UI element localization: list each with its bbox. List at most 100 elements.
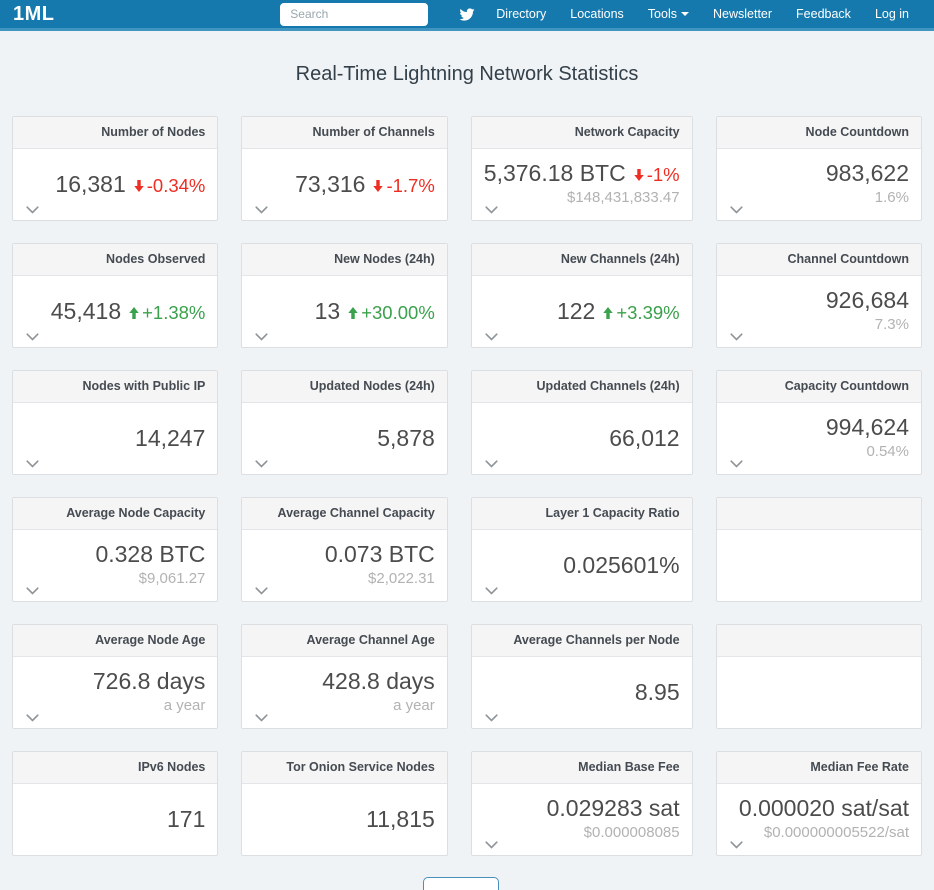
chevron-down-icon[interactable] [26, 333, 40, 342]
stat-card-title: Median Base Fee [578, 760, 679, 774]
chevron-down-icon[interactable] [26, 587, 40, 596]
stat-value-row: 171 [167, 807, 205, 832]
chevron-down-icon[interactable] [26, 460, 40, 469]
stat-card-header: Number of Nodes [13, 117, 217, 149]
page-title: Real-Time Lightning Network Statistics [0, 63, 934, 86]
nav-link-locations[interactable]: Locations [558, 7, 636, 21]
stat-card-body [717, 657, 921, 728]
stat-card-header: Nodes Observed [13, 244, 217, 276]
stat-secondary-value: 7.3% [875, 315, 909, 335]
chevron-down-icon[interactable] [730, 206, 744, 215]
stat-card-title: Average Channels per Node [513, 633, 679, 647]
stat-card-header [717, 625, 921, 657]
nav-link-tools[interactable]: Tools [636, 7, 701, 21]
chevron-down-icon[interactable] [255, 714, 269, 723]
stat-card-body: 0.000020 sat/sat $0.000000005522/sat [717, 784, 921, 855]
stat-card-body: 0.029283 sat $0.000008085 [472, 784, 692, 855]
stat-card: New Channels (24h) 122 +3.39% [471, 243, 693, 348]
stat-value-row: 122 +3.39% [557, 299, 680, 324]
chevron-down-icon[interactable] [255, 333, 269, 342]
chevron-down-icon[interactable] [730, 460, 744, 469]
twitter-icon[interactable] [458, 7, 476, 22]
stat-value: 0.328 BTC [95, 542, 205, 567]
stat-value: 994,624 [826, 415, 909, 440]
chevron-down-icon[interactable] [255, 460, 269, 469]
chevron-down-icon[interactable] [485, 333, 499, 342]
nav-link-newsletter[interactable]: Newsletter [701, 7, 784, 21]
stat-card-header: New Nodes (24h) [242, 244, 446, 276]
stat-change-text: -0.34% [147, 176, 206, 196]
stat-value: 11,815 [366, 807, 435, 832]
stat-card-header: Average Channel Age [242, 625, 446, 657]
stat-card: Median Fee Rate 0.000020 sat/sat $0.0000… [716, 751, 922, 856]
stat-card-header: Node Countdown [717, 117, 921, 149]
chevron-down-icon[interactable] [485, 587, 499, 596]
stat-card-title: Average Node Capacity [66, 506, 205, 520]
stat-value: 0.025601% [563, 553, 679, 578]
chevron-down-icon[interactable] [485, 714, 499, 723]
chevron-down-icon[interactable] [255, 587, 269, 596]
chevron-down-icon[interactable] [730, 841, 744, 850]
nav-links: Directory Locations Tools Newsletter Fee… [484, 7, 921, 21]
stat-change-text: +1.38% [142, 303, 205, 323]
stat-card-header: Channel Countdown [717, 244, 921, 276]
stat-card: IPv6 Nodes 171 [12, 751, 218, 856]
chevron-down-icon[interactable] [485, 841, 499, 850]
stat-card-body: 983,622 1.6% [717, 149, 921, 220]
caret-down-icon [681, 12, 689, 16]
stat-secondary-value: $0.000008085 [584, 823, 680, 843]
brand-logo[interactable]: 1ML [13, 3, 55, 26]
stat-card-header: Updated Nodes (24h) [242, 371, 446, 403]
stat-card: Average Channel Age 428.8 days a year [241, 624, 447, 729]
change-arrow-icon [372, 179, 384, 193]
stat-card-body: 73,316 -1.7% [242, 149, 446, 220]
stat-card-body: 45,418 +1.38% [13, 276, 217, 347]
bottom-partial-button[interactable] [423, 877, 499, 890]
stat-card: Average Channel Capacity 0.073 BTC $2,02… [241, 497, 447, 602]
nav-link-directory[interactable]: Directory [484, 7, 558, 21]
stat-secondary-value: a year [164, 696, 206, 716]
stat-value-row: 926,684 [826, 288, 909, 313]
stat-value-row: 8.95 [635, 680, 680, 705]
stat-card-header: New Channels (24h) [472, 244, 692, 276]
stat-change: -1% [633, 165, 680, 185]
stat-card-body [717, 530, 921, 601]
stat-value-row: 0.000020 sat/sat [739, 796, 909, 821]
stat-card-body: 8.95 [472, 657, 692, 728]
stat-card-title: Network Capacity [575, 125, 680, 139]
stat-card-header: Updated Channels (24h) [472, 371, 692, 403]
stat-card-title: Nodes with Public IP [82, 379, 205, 393]
stat-secondary-value: $148,431,833.47 [567, 188, 680, 208]
stat-change-text: +3.39% [616, 303, 679, 323]
stat-value: 14,247 [135, 426, 205, 451]
stat-card: Number of Channels 73,316 -1.7% [241, 116, 447, 221]
chevron-down-icon[interactable] [485, 460, 499, 469]
chevron-down-icon[interactable] [485, 206, 499, 215]
change-arrow-icon [347, 306, 359, 320]
stat-card-title: New Nodes (24h) [334, 252, 435, 266]
stat-card: Network Capacity 5,376.18 BTC -1% $148,4… [471, 116, 693, 221]
stat-value: 5,878 [377, 426, 435, 451]
change-arrow-icon [602, 306, 614, 320]
stat-card-body: 16,381 -0.34% [13, 149, 217, 220]
nav-link-login[interactable]: Log in [863, 7, 921, 21]
stat-value: 726.8 days [93, 669, 206, 694]
chevron-down-icon[interactable] [730, 333, 744, 342]
chevron-down-icon[interactable] [26, 206, 40, 215]
chevron-down-icon[interactable] [255, 206, 269, 215]
stat-value: 66,012 [609, 426, 679, 451]
stat-value: 983,622 [826, 161, 909, 186]
stat-card-body: 11,815 [242, 784, 446, 855]
navbar: 1ML Directory Locations Tools Newsletter… [0, 0, 934, 31]
nav-link-feedback[interactable]: Feedback [784, 7, 863, 21]
stat-value: 0.073 BTC [325, 542, 435, 567]
chevron-down-icon[interactable] [26, 714, 40, 723]
stat-card: Average Node Capacity 0.328 BTC $9,061.2… [12, 497, 218, 602]
stat-value-row: 0.025601% [563, 553, 679, 578]
stat-card: Channel Countdown 926,684 7.3% [716, 243, 922, 348]
stat-card-title: Number of Channels [313, 125, 435, 139]
stat-secondary-value: a year [393, 696, 435, 716]
stat-card: Median Base Fee 0.029283 sat $0.00000808… [471, 751, 693, 856]
stat-value: 13 [315, 299, 341, 324]
search-input[interactable] [280, 3, 428, 26]
